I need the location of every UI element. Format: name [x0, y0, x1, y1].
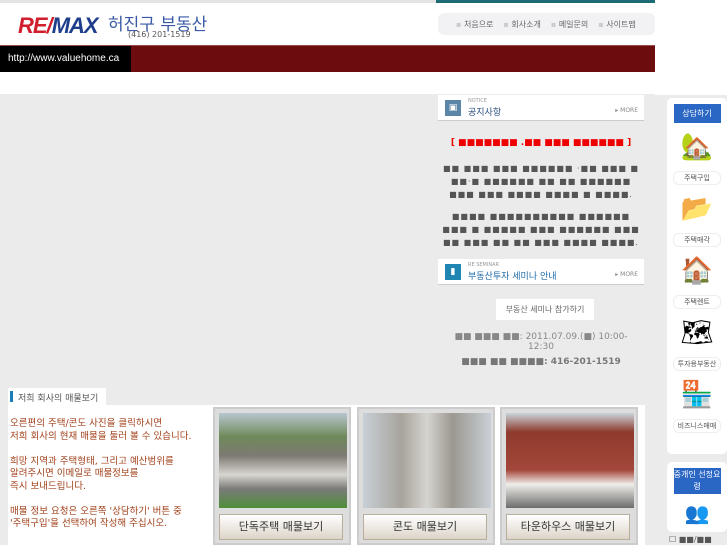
nav-sitemap[interactable]: 사이트맵	[598, 19, 635, 30]
notice-box: ▣ NOTICE 공지사항 ▸ MORE	[438, 95, 644, 121]
sidebar-item-business[interactable]: 비즈니스매매	[673, 419, 721, 433]
notice-title[interactable]: 공지사항	[468, 105, 501, 118]
header-phone: (416) 201-1519	[128, 30, 191, 39]
house-listing-button[interactable]: 단독주택 매물보기	[219, 514, 343, 540]
seminar-sub: RE SEMINAR	[468, 262, 499, 268]
condo-card[interactable]: 콘도 매물보기	[357, 407, 495, 545]
chart-icon: ▮	[445, 264, 461, 280]
seminar-date: ■■ ■■■ ■■: 2011.07.09.(■) 10:00-12:30	[454, 332, 628, 352]
sidebar-item-rent[interactable]: 주택렌트	[673, 295, 721, 309]
notice-more-label: MORE	[620, 107, 638, 114]
townhouse-card[interactable]: 타운하우스 매물보기	[500, 407, 638, 545]
agents-icon[interactable]: 👥	[674, 498, 720, 528]
seminar-more-label: MORE	[620, 271, 638, 278]
notice-p2: ■■■■ ■■■■■■■■■■ ■■■■■■ ■■■ ■ ■■■■■ ■■■ ■…	[442, 212, 640, 247]
townhouse-listing-button[interactable]: 타운하우스 매물보기	[506, 514, 630, 540]
condo-photo[interactable]	[363, 413, 491, 508]
notice-p1: ■■ ■■■ ■■■ ■■■■■■ ·■■ ■■■ ■ ■■·■ ■■■■■■ …	[443, 164, 639, 199]
listings-heading: 저희 회사의 매물보기	[8, 388, 106, 405]
investment-icon[interactable]: 🗺	[674, 313, 720, 353]
house-card[interactable]: 단독주택 매물보기	[213, 407, 351, 545]
seminar-box: ▮ RE SEMINAR 부동산투자 세미나 안내 ▸ MORE	[438, 259, 644, 285]
checkbox-label: ■■/■■	[678, 535, 712, 544]
house-rent-icon[interactable]: 🏠	[674, 251, 720, 291]
nav-home[interactable]: 처음으로	[456, 19, 493, 30]
condo-listing-button[interactable]: 콘도 매물보기	[363, 514, 487, 540]
remax-logo[interactable]: RE/MAX	[18, 13, 99, 39]
notice-sub: NOTICE	[468, 98, 487, 104]
sidebar-item-sell[interactable]: 주택매각	[673, 233, 721, 247]
house-photo[interactable]	[219, 413, 347, 508]
nav-mail[interactable]: 메일문의	[551, 19, 588, 30]
townhouse-photo[interactable]	[506, 413, 634, 508]
sidebar-item-buy[interactable]: 주택구입	[673, 171, 721, 185]
nav-about[interactable]: 회사소개	[503, 19, 540, 30]
seminar-title[interactable]: 부동산투자 세미나 안내	[468, 269, 557, 282]
agent-guide-button[interactable]: 중개인 선정요령	[673, 468, 721, 494]
right-header-bg	[655, 0, 727, 95]
top-nav: 처음으로 회사소개 메일문의 사이트맵	[438, 13, 655, 35]
notice-more[interactable]: ▸ MORE	[615, 107, 638, 114]
seminar-more[interactable]: ▸ MORE	[615, 271, 638, 278]
sidebar-checkbox[interactable]: ☐ ■■/■■	[669, 535, 712, 544]
listings-description: 오른편의 주택/콘도 사진을 클릭하시면 저희 회사의 현재 매물을 둘러 볼 …	[10, 418, 192, 529]
document-icon[interactable]: 📂	[674, 189, 720, 229]
seminar-join-button[interactable]: 부동산 세미나 참가하기	[496, 299, 594, 320]
notice-headline[interactable]: [ ■■■■■■■ .■■ ■■■ ■■■■■■ ]	[438, 138, 644, 148]
consult-sidebar: 상담하기 🏡 주택구입 📂 주택매각 🏠 주택렌트 🗺 투자용부동산 🏪 비즈니…	[667, 98, 727, 454]
sidebar-item-invest[interactable]: 투자용부동산	[673, 357, 721, 371]
house-buy-icon[interactable]: 🏡	[674, 127, 720, 167]
site-url[interactable]: http://www.valuehome.ca	[0, 46, 131, 72]
agent-sidebar: 중개인 선정요령 👥	[667, 462, 727, 532]
store-icon[interactable]: 🏪	[674, 375, 720, 415]
consult-button[interactable]: 상담하기	[673, 104, 721, 123]
tv-icon: ▣	[445, 100, 461, 116]
banner-bar: http://www.valuehome.ca	[0, 45, 655, 72]
header: RE/MAX 허진구 부동산 (416) 201-1519 처음으로 회사소개 …	[0, 3, 655, 45]
header-spacer	[0, 72, 655, 94]
seminar-contact: ■■■ ■■ ■■■■: 416-201-1519	[461, 357, 621, 367]
